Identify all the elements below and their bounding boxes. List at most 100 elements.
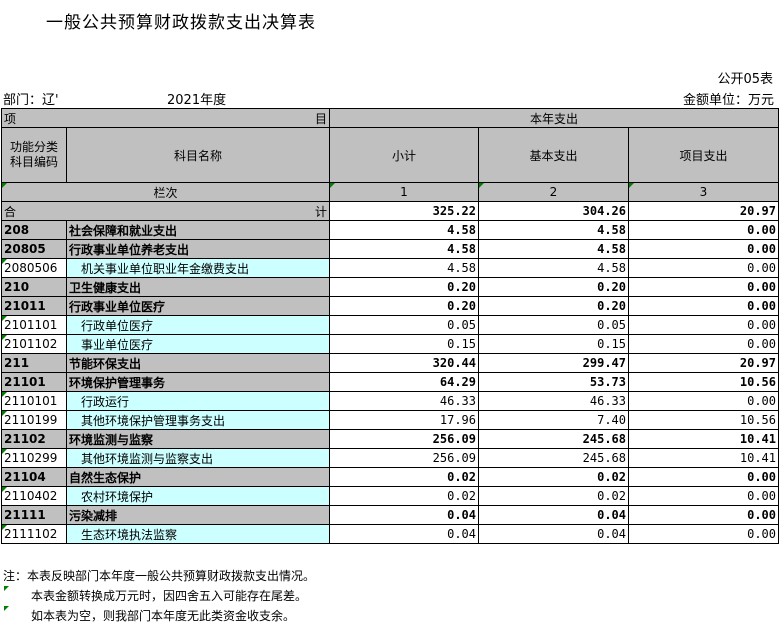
row-project: 10.56 bbox=[628, 372, 779, 392]
row-subtotal: 0.04 bbox=[329, 505, 479, 525]
table-row: 2111102 生态环境执法监察 0.04 0.04 0.00 bbox=[1, 524, 779, 544]
row-subtotal: 4.58 bbox=[329, 239, 479, 259]
row-subtotal: 17.96 bbox=[329, 410, 479, 430]
row-name: 农村环境保护 bbox=[66, 486, 330, 506]
table-row: 21101 环境保护管理事务 64.29 53.73 10.56 bbox=[1, 372, 779, 392]
row-code: 2101101 bbox=[1, 315, 67, 335]
total-row: 合 计 325.22 304.26 20.97 bbox=[1, 201, 779, 221]
row-subtotal: 0.15 bbox=[329, 334, 479, 354]
row-subtotal: 4.58 bbox=[329, 220, 479, 240]
total-ji: 计 bbox=[314, 204, 327, 219]
row-name: 行政事业单位医疗 bbox=[66, 296, 330, 316]
row-basic: 0.05 bbox=[478, 315, 629, 335]
table-row: 2110402 农村环境保护 0.02 0.02 0.00 bbox=[1, 486, 779, 506]
row-subtotal: 0.05 bbox=[329, 315, 479, 335]
row-project: 10.41 bbox=[628, 448, 779, 468]
row-basic: 0.20 bbox=[478, 296, 629, 316]
row-subtotal: 0.02 bbox=[329, 486, 479, 506]
row-basic: 46.33 bbox=[478, 391, 629, 411]
row-basic: 0.04 bbox=[478, 505, 629, 525]
row-name: 机关事业单位职业年金缴费支出 bbox=[66, 258, 330, 278]
row-subtotal: 46.33 bbox=[329, 391, 479, 411]
note-marker bbox=[4, 586, 9, 591]
row-code: 21101 bbox=[1, 372, 67, 392]
row-project: 0.00 bbox=[628, 258, 779, 278]
row-basic: 299.47 bbox=[478, 353, 629, 373]
total-subtotal: 325.22 bbox=[329, 201, 479, 221]
row-name: 其他环境监测与监察支出 bbox=[66, 448, 330, 468]
row-project: 0.00 bbox=[628, 277, 779, 297]
row-project: 10.56 bbox=[628, 410, 779, 430]
header-code: 功能分类 科目编码 bbox=[1, 127, 67, 183]
row-name: 环境监测与监察 bbox=[66, 429, 330, 449]
header-project: 项目支出 bbox=[628, 127, 779, 183]
header-col2: 2 bbox=[478, 182, 629, 202]
row-project: 0.00 bbox=[628, 391, 779, 411]
header-subtotal: 小计 bbox=[329, 127, 479, 183]
table-row: 2101101 行政单位医疗 0.05 0.05 0.00 bbox=[1, 315, 779, 335]
row-basic: 4.58 bbox=[478, 258, 629, 278]
table-row: 21102 环境监测与监察 256.09 245.68 10.41 bbox=[1, 429, 779, 449]
row-code: 2080506 bbox=[1, 258, 67, 278]
row-code: 21011 bbox=[1, 296, 67, 316]
note-2: 本表金额转换成万元时，因四舍五入可能存在尾差。 bbox=[31, 589, 308, 603]
table-row: 20805 行政事业单位养老支出 4.58 4.58 0.00 bbox=[1, 239, 779, 259]
row-name: 社会保障和就业支出 bbox=[66, 220, 330, 240]
total-basic: 304.26 bbox=[478, 201, 629, 221]
row-subtotal: 256.09 bbox=[329, 429, 479, 449]
row-subtotal: 256.09 bbox=[329, 448, 479, 468]
row-name: 卫生健康支出 bbox=[66, 277, 330, 297]
row-code: 21104 bbox=[1, 467, 67, 487]
header-col1: 1 bbox=[329, 182, 479, 202]
row-basic: 53.73 bbox=[478, 372, 629, 392]
header-xiang: 项 bbox=[4, 111, 17, 126]
row-code: 2110199 bbox=[1, 410, 67, 430]
row-name: 自然生态保护 bbox=[66, 467, 330, 487]
row-code: 21102 bbox=[1, 429, 67, 449]
row-project: 0.00 bbox=[628, 467, 779, 487]
row-code: 21111 bbox=[1, 505, 67, 525]
header-basic: 基本支出 bbox=[478, 127, 629, 183]
notes: 注：本表反映部门本年度一般公共预算财政拨款支出情况。 本表金额转换成万元时，因四… bbox=[3, 566, 315, 626]
row-subtotal: 0.20 bbox=[329, 296, 479, 316]
row-code: 211 bbox=[1, 353, 67, 373]
table-row: 21111 污染减排 0.04 0.04 0.00 bbox=[1, 505, 779, 525]
table-row: 21011 行政事业单位医疗 0.20 0.20 0.00 bbox=[1, 296, 779, 316]
row-project: 0.00 bbox=[628, 505, 779, 525]
row-basic: 7.40 bbox=[478, 410, 629, 430]
row-code: 208 bbox=[1, 220, 67, 240]
row-subtotal: 64.29 bbox=[329, 372, 479, 392]
table-row: 2110299 其他环境监测与监察支出 256.09 245.68 10.41 bbox=[1, 448, 779, 468]
form-number: 公开05表 bbox=[717, 72, 773, 87]
row-subtotal: 0.04 bbox=[329, 524, 479, 544]
row-code: 2110101 bbox=[1, 391, 67, 411]
row-basic: 0.04 bbox=[478, 524, 629, 544]
row-name: 行政运行 bbox=[66, 391, 330, 411]
page-title: 一般公共预算财政拨款支出决算表 bbox=[46, 13, 316, 33]
total-label: 合 计 bbox=[1, 201, 330, 221]
row-name: 其他环境保护管理事务支出 bbox=[66, 410, 330, 430]
header-current-year: 本年支出 bbox=[329, 108, 779, 128]
row-code: 2101102 bbox=[1, 334, 67, 354]
table-row: 2110101 行政运行 46.33 46.33 0.00 bbox=[1, 391, 779, 411]
row-project: 0.00 bbox=[628, 486, 779, 506]
row-code: 2110299 bbox=[1, 448, 67, 468]
row-name: 污染减排 bbox=[66, 505, 330, 525]
header-name: 科目名称 bbox=[66, 127, 330, 183]
row-name: 行政单位医疗 bbox=[66, 315, 330, 335]
header-row-2: 功能分类 科目编码 科目名称 小计 基本支出 项目支出 bbox=[1, 127, 779, 183]
row-name: 环境保护管理事务 bbox=[66, 372, 330, 392]
row-basic: 4.58 bbox=[478, 220, 629, 240]
table-row: 2110199 其他环境保护管理事务支出 17.96 7.40 10.56 bbox=[1, 410, 779, 430]
row-project: 0.00 bbox=[628, 296, 779, 316]
row-basic: 0.15 bbox=[478, 334, 629, 354]
row-code: 2110402 bbox=[1, 486, 67, 506]
header-xiangmu: 项 目 bbox=[1, 108, 330, 128]
row-project: 0.00 bbox=[628, 220, 779, 240]
row-project: 0.00 bbox=[628, 334, 779, 354]
row-name: 生态环境执法监察 bbox=[66, 524, 330, 544]
row-basic: 0.02 bbox=[478, 486, 629, 506]
row-subtotal: 0.20 bbox=[329, 277, 479, 297]
row-code: 20805 bbox=[1, 239, 67, 259]
table-row: 2101102 事业单位医疗 0.15 0.15 0.00 bbox=[1, 334, 779, 354]
